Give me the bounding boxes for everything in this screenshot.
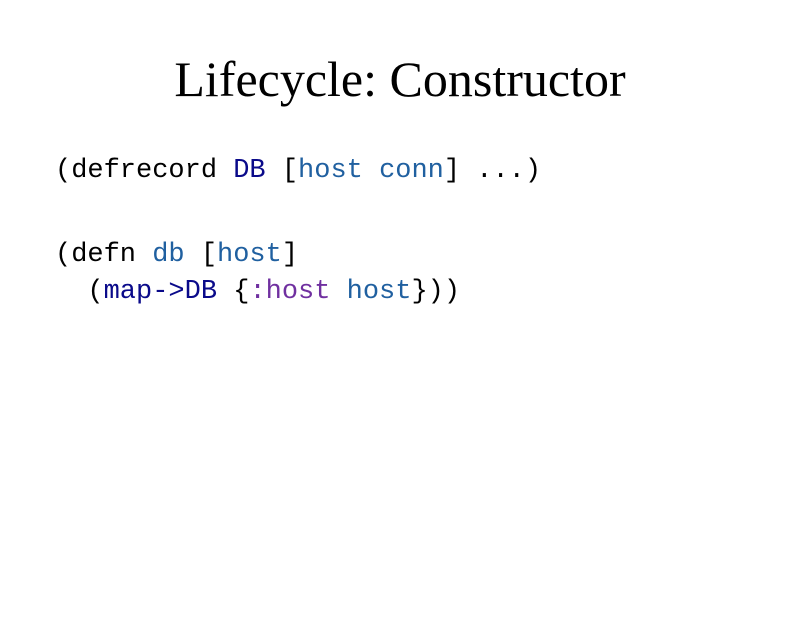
- code-token: conn: [379, 156, 444, 186]
- code-line: (defrecord DB [host conn] ...): [55, 153, 745, 189]
- code-line: (defn db [host]: [55, 237, 745, 273]
- code-token: ]: [282, 240, 298, 270]
- slide-title: Lifecycle: Constructor: [55, 50, 745, 108]
- code-token: host: [298, 156, 363, 186]
- code-token: [363, 156, 379, 186]
- code-token: [330, 277, 346, 307]
- code-token: (: [55, 277, 104, 307]
- slide-container: Lifecycle: Constructor (defrecord DB [ho…: [0, 0, 800, 408]
- code-token: map->DB: [104, 277, 217, 307]
- code-token: [: [185, 240, 217, 270]
- code-token: (defn: [55, 240, 152, 270]
- code-token: {: [217, 277, 249, 307]
- code-token: })): [411, 277, 460, 307]
- code-token: host: [217, 240, 282, 270]
- code-token: DB: [233, 156, 265, 186]
- code-token: [: [266, 156, 298, 186]
- code-token: :host: [249, 277, 330, 307]
- code-token: db: [152, 240, 184, 270]
- code-token: ] ...): [444, 156, 541, 186]
- code-token: host: [347, 277, 412, 307]
- code-token: (defrecord: [55, 156, 233, 186]
- code-block-defrecord: (defrecord DB [host conn] ...): [55, 153, 745, 189]
- code-block-defn: (defn db [host] (map->DB {:host host})): [55, 237, 745, 310]
- code-line: (map->DB {:host host})): [55, 274, 745, 310]
